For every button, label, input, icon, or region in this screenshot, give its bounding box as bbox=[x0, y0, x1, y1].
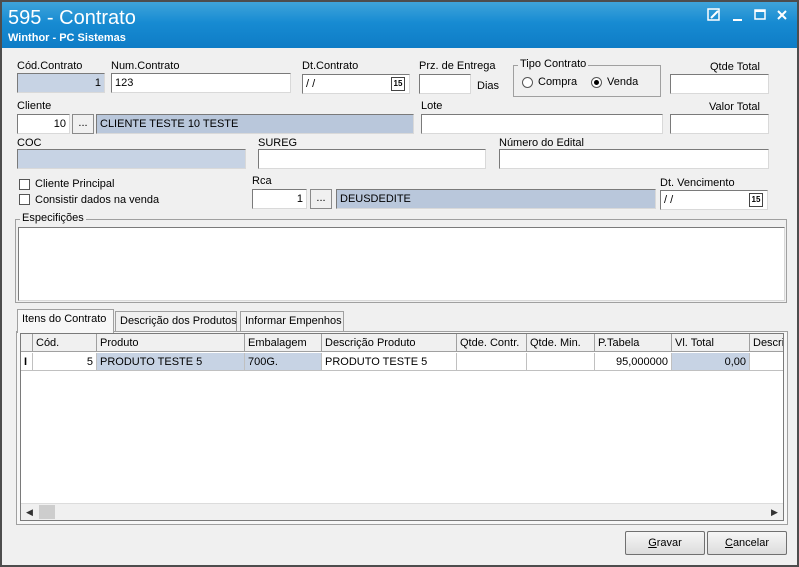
compra-label: Compra bbox=[538, 76, 578, 88]
cliente-lookup-button[interactable]: ... bbox=[72, 114, 94, 134]
venda-label: Venda bbox=[607, 76, 639, 88]
gravar-button[interactable]: Gravar bbox=[625, 531, 705, 555]
coc-field[interactable] bbox=[17, 149, 246, 169]
tab-informar-empenhos[interactable]: Informar Empenhos bbox=[240, 311, 344, 331]
tipo-contrato-label: Tipo Contrato bbox=[518, 58, 589, 70]
grid-header-descri[interactable]: Descri bbox=[750, 334, 783, 352]
grid-header-produto[interactable]: Produto bbox=[97, 334, 245, 352]
window-title: 595 - Contrato bbox=[8, 7, 136, 29]
especificacoes-label: Especifições bbox=[20, 212, 86, 224]
tab-descricao-produtos[interactable]: Descrição dos Produtos bbox=[115, 311, 237, 331]
horizontal-scrollbar[interactable]: ◀ ▶ bbox=[21, 503, 783, 520]
table-cell-embalagem[interactable]: 700G. bbox=[245, 353, 322, 371]
maximize-icon[interactable] bbox=[752, 8, 768, 22]
cancelar-button[interactable]: Cancelar bbox=[707, 531, 787, 555]
table-cell-descri[interactable] bbox=[750, 353, 783, 371]
cliente-principal-checkbox[interactable] bbox=[19, 179, 30, 190]
num-contrato-label: Num.Contrato bbox=[111, 60, 180, 72]
scroll-right-icon[interactable]: ▶ bbox=[766, 504, 783, 520]
table-cell-p-tabela[interactable]: 95,000000 bbox=[595, 353, 672, 371]
cod-contrato-field[interactable]: 1 bbox=[17, 73, 105, 93]
grid-header-qtde-contr[interactable]: Qtde. Contr. bbox=[457, 334, 527, 352]
contrato-window: 595 - Contrato Winthor - PC Sistemas Cód… bbox=[0, 0, 799, 567]
calendar-icon[interactable]: 15 bbox=[749, 193, 763, 207]
rca-code-field[interactable]: 1 bbox=[252, 189, 307, 209]
dias-label: Dias bbox=[477, 80, 500, 92]
qtde-total-label: Qtde Total bbox=[710, 61, 760, 73]
grid-header-descricao[interactable]: Descrição Produto bbox=[322, 334, 457, 352]
consistir-dados-label: Consistir dados na venda bbox=[35, 194, 160, 206]
grid-header-qtde-min[interactable]: Qtde. Min. bbox=[527, 334, 595, 352]
dt-vencimento-value: / / bbox=[664, 194, 674, 206]
sureg-field[interactable] bbox=[258, 149, 486, 169]
cliente-label: Cliente bbox=[17, 100, 52, 112]
edit-icon[interactable] bbox=[706, 8, 722, 22]
grid-header-p-tabela[interactable]: P.Tabela bbox=[595, 334, 672, 352]
table-cell-cod[interactable]: 5 bbox=[33, 353, 97, 371]
numero-edital-label: Número do Edital bbox=[499, 137, 584, 149]
table-cell-qtde-contr[interactable] bbox=[457, 353, 527, 371]
lote-label: Lote bbox=[421, 100, 443, 112]
table-cell-qtde-min[interactable] bbox=[527, 353, 595, 371]
grid-header-vl-total[interactable]: Vl. Total bbox=[672, 334, 750, 352]
rca-label: Rca bbox=[252, 175, 272, 187]
table-cell-descricao[interactable]: PRODUTO TESTE 5 bbox=[322, 353, 457, 371]
qtde-total-field[interactable] bbox=[670, 74, 769, 94]
table-cell-vl-total[interactable]: 0,00 bbox=[672, 353, 750, 371]
scroll-thumb[interactable] bbox=[39, 505, 55, 519]
grid-indicator-header bbox=[21, 334, 33, 352]
cliente-principal-label: Cliente Principal bbox=[35, 178, 115, 190]
title-bar: 595 - Contrato Winthor - PC Sistemas bbox=[2, 2, 797, 48]
cliente-code-field[interactable]: 10 bbox=[17, 114, 70, 134]
sureg-label: SUREG bbox=[258, 137, 298, 149]
especificacoes-textarea[interactable] bbox=[18, 227, 785, 301]
row-indicator: I bbox=[21, 353, 33, 371]
rca-lookup-button[interactable]: ... bbox=[310, 189, 332, 209]
itens-grid: Cód. Produto Embalagem Descrição Produto… bbox=[20, 333, 784, 521]
lote-field[interactable] bbox=[421, 114, 663, 134]
prz-entrega-label: Prz. de Entrega bbox=[419, 60, 496, 72]
valor-total-field[interactable] bbox=[670, 114, 769, 134]
dt-vencimento-label: Dt. Vencimento bbox=[660, 177, 735, 189]
cod-contrato-label: Cód.Contrato bbox=[17, 60, 83, 72]
calendar-icon[interactable]: 15 bbox=[391, 77, 405, 91]
rca-name-field: DEUSDEDITE bbox=[336, 189, 656, 209]
dt-contrato-value: / / bbox=[306, 78, 316, 90]
dt-contrato-label: Dt.Contrato bbox=[302, 60, 359, 72]
scroll-left-icon[interactable]: ◀ bbox=[21, 504, 38, 520]
prz-entrega-field[interactable] bbox=[419, 74, 471, 94]
compra-radio[interactable] bbox=[522, 77, 533, 88]
minimize-icon[interactable] bbox=[730, 8, 746, 22]
tab-itens-contrato[interactable]: Itens do Contrato bbox=[17, 309, 114, 333]
close-icon[interactable] bbox=[774, 8, 790, 22]
venda-radio[interactable] bbox=[591, 77, 602, 88]
table-cell-produto[interactable]: PRODUTO TESTE 5 bbox=[97, 353, 245, 371]
coc-label: COC bbox=[17, 137, 42, 149]
consistir-dados-checkbox[interactable] bbox=[19, 194, 30, 205]
window-subtitle: Winthor - PC Sistemas bbox=[8, 32, 126, 44]
num-contrato-field[interactable]: 123 bbox=[111, 73, 291, 93]
valor-total-label: Valor Total bbox=[709, 101, 760, 113]
numero-edital-field[interactable] bbox=[499, 149, 769, 169]
grid-header-cod[interactable]: Cód. bbox=[33, 334, 97, 352]
grid-header-embalagem[interactable]: Embalagem bbox=[245, 334, 322, 352]
cliente-name-field: CLIENTE TESTE 10 TESTE bbox=[96, 114, 414, 134]
